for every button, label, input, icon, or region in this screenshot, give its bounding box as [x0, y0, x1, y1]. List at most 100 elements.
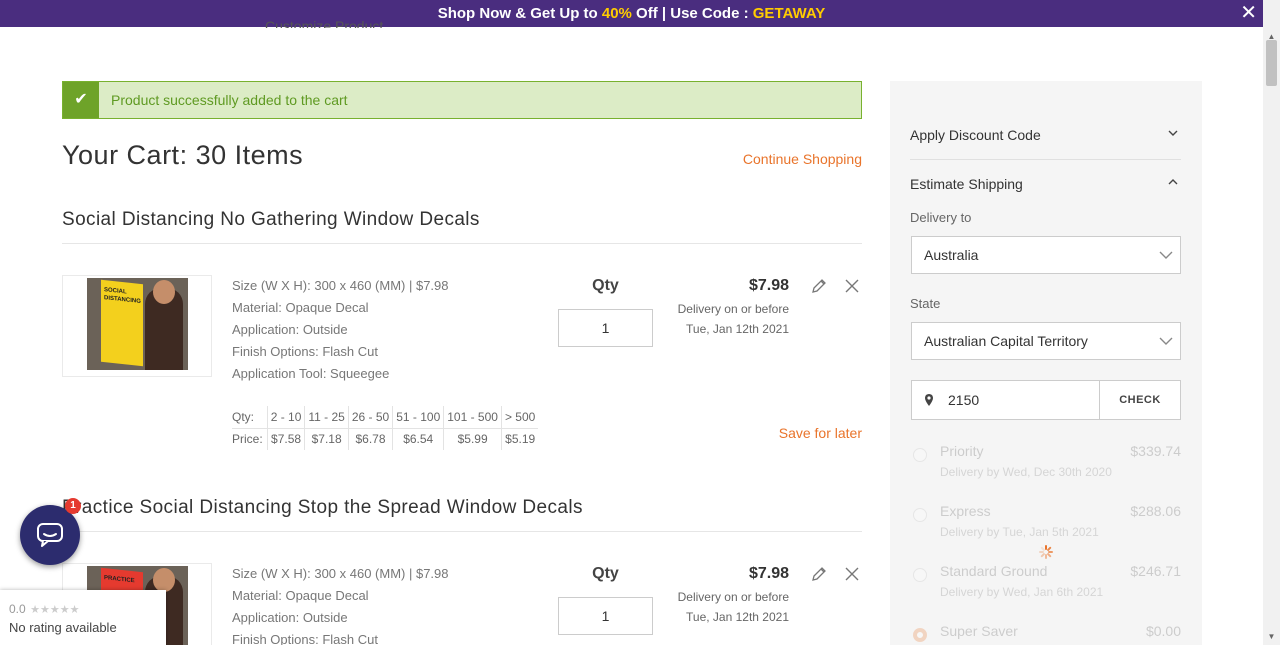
tier-price-cell: $5.99 [443, 428, 502, 450]
radio-button[interactable] [913, 568, 927, 582]
zip-input[interactable]: 2150 [911, 380, 1100, 420]
shipping-option[interactable]: Express Delivery by Tue, Jan 5th 2021 $2… [910, 503, 1181, 543]
continue-shopping-link[interactable]: Continue Shopping [743, 151, 862, 167]
success-alert: ✔ Product successfully added to the cart [62, 81, 862, 119]
tier-qty-cell: 51 - 100 [392, 406, 444, 429]
remove-icon[interactable] [843, 565, 861, 583]
chevron-down-icon [1159, 251, 1173, 259]
tier-qty-cell: 2 - 10 [266, 406, 305, 429]
order-sidebar: Apply Discount Code Estimate Shipping De… [890, 81, 1202, 645]
promo-middle: Off | Use Code : [631, 5, 753, 22]
country-select[interactable]: Australia [911, 236, 1181, 274]
tier-price-cell: $7.58 [266, 428, 305, 450]
edit-pencil-icon[interactable] [810, 277, 828, 295]
tier-price-cell: $5.19 [500, 428, 539, 450]
shipping-price: $0.00 [1145, 623, 1181, 639]
shipping-name: Standard Ground [940, 563, 1048, 579]
rating-score: 0.0 [9, 602, 26, 616]
shipping-name: Express [940, 503, 991, 519]
shipping-name: Super Saver [940, 623, 1018, 639]
shipping-option[interactable]: Standard Ground Delivery by Wed, Jan 6th… [910, 563, 1181, 603]
delivery-estimate: Delivery on or before Tue, Jan 12th 2021 [678, 299, 789, 339]
qty-label: Qty [592, 277, 619, 294]
chevron-up-icon [1168, 179, 1178, 185]
edit-pencil-icon[interactable] [810, 565, 828, 583]
remove-icon[interactable] [843, 277, 861, 295]
shipping-option[interactable]: Priority Delivery by Wed, Dec 30th 2020 … [910, 443, 1181, 483]
tier-price-row: Price: $7.58 $7.18 $6.78 $6.54 $5.99 $5.… [232, 428, 539, 450]
discount-label: Apply Discount Code [910, 127, 1041, 143]
page-scrollbar[interactable]: ▲ ▼ [1263, 0, 1280, 645]
shipping-price: $288.06 [1130, 503, 1181, 519]
promo-prefix: Shop Now & Get Up to [437, 5, 602, 22]
shipping-label: Estimate Shipping [910, 176, 1023, 192]
delivery-to-label: Delivery to [910, 210, 972, 225]
promo-discount: 40% [601, 5, 632, 22]
state-value: Australian Capital Territory [924, 333, 1088, 349]
product-title[interactable]: Social Distancing No Gathering Window De… [62, 209, 480, 231]
delivery-date: Tue, Jan 12th 2021 [686, 322, 789, 336]
discount-accordion[interactable]: Apply Discount Code [910, 127, 1181, 143]
product-title[interactable]: Practice Social Distancing Stop the Spre… [62, 497, 583, 519]
tier-price-cell: $7.18 [304, 428, 349, 450]
rating-stars: ★★★★★ [30, 604, 80, 616]
delivery-label: Delivery on or before [677, 302, 789, 316]
shipping-price: $246.71 [1130, 563, 1181, 579]
shipping-price: $339.74 [1130, 443, 1181, 459]
state-label: State [910, 296, 941, 311]
chevron-down-icon [1159, 337, 1173, 345]
radio-button[interactable] [913, 508, 927, 522]
rating-text: No rating available [9, 620, 117, 635]
loading-spinner-icon [1039, 545, 1053, 559]
radio-button[interactable] [913, 628, 927, 642]
spec-tool: Application Tool: Squeegee [232, 366, 390, 381]
tier-price-label: Price: [232, 432, 263, 447]
shipping-option[interactable]: Super Saver $0.00 [910, 623, 1181, 645]
radio-button[interactable] [913, 448, 927, 462]
shipping-date: Delivery by Wed, Jan 6th 2021 [940, 585, 1104, 599]
tier-price-cell: $6.78 [347, 428, 393, 450]
chat-bubble-icon [37, 523, 63, 547]
chevron-down-icon [1168, 130, 1178, 136]
tier-qty-cell: 26 - 50 [347, 406, 393, 429]
shipping-name: Priority [940, 443, 984, 459]
tier-price-cell: $6.54 [392, 428, 444, 450]
quantity-input[interactable]: 1 [558, 309, 653, 347]
tier-qty-row: Qty: 2 - 10 11 - 25 26 - 50 51 - 100 101… [232, 406, 539, 429]
divider [910, 159, 1181, 160]
zip-value: 2150 [948, 392, 980, 408]
close-icon[interactable]: ✕ [1240, 0, 1257, 27]
save-for-later-link[interactable]: Save for later [779, 425, 862, 441]
checkmark-icon: ✔ [63, 82, 99, 118]
item-price: $7.98 [748, 277, 789, 294]
delivery-label: Delivery on or before [677, 590, 789, 604]
divider [62, 243, 862, 244]
thumbnail-sign-text: PRACTICE [104, 575, 135, 585]
scroll-down-icon[interactable]: ▼ [1263, 628, 1280, 645]
tier-qty-cell: > 500 [500, 406, 539, 429]
breadcrumb[interactable]: Customize Product [265, 14, 383, 28]
quantity-input[interactable]: 1 [558, 597, 653, 635]
delivery-estimate: Delivery on or before Tue, Jan 12th 2021 [678, 587, 789, 627]
shipping-accordion[interactable]: Estimate Shipping [910, 176, 1181, 192]
tier-qty-cell: 11 - 25 [304, 406, 349, 429]
spec-material: Material: Opaque Decal [232, 588, 369, 603]
spec-material: Material: Opaque Decal [232, 300, 369, 315]
state-select[interactable]: Australian Capital Territory [911, 322, 1181, 360]
chat-badge: 1 [65, 498, 81, 514]
product-thumbnail[interactable]: SOCIAL DISTANCING [62, 275, 212, 377]
shipping-date: Delivery by Wed, Dec 30th 2020 [940, 465, 1112, 479]
tier-qty-cell: 101 - 500 [443, 406, 502, 429]
shipping-options: Priority Delivery by Wed, Dec 30th 2020 … [890, 431, 1202, 645]
divider [62, 531, 862, 532]
page-title: Your Cart: 30 Items [62, 140, 304, 170]
scrollbar-thumb[interactable] [1266, 40, 1277, 86]
chat-button[interactable] [20, 505, 80, 565]
thumbnail-sign-text: SOCIAL DISTANCING [104, 287, 141, 305]
rating-badge[interactable]: 0.0 ★★★★★ No rating available [0, 590, 166, 645]
delivery-date: Tue, Jan 12th 2021 [686, 610, 789, 624]
check-button[interactable]: CHECK [1099, 380, 1181, 420]
product-specs: Size (W X H): 300 x 460 (MM) | $7.98 Mat… [232, 563, 449, 645]
shipping-date: Delivery by Tue, Jan 5th 2021 [940, 525, 1099, 539]
qty-label: Qty [592, 565, 619, 582]
